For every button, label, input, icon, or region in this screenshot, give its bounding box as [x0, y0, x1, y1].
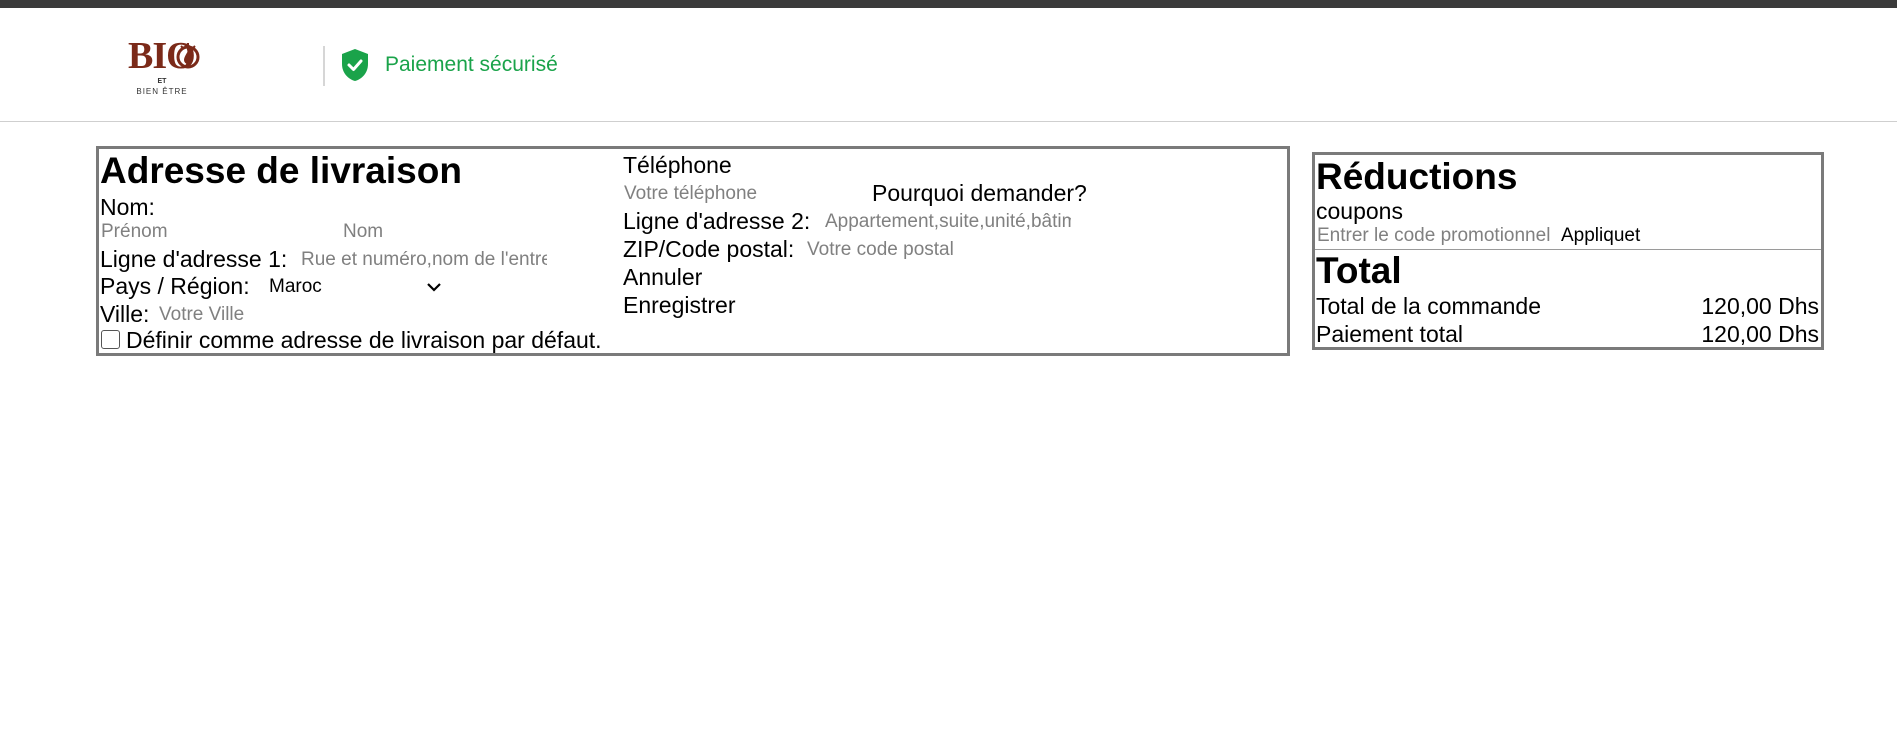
default-address-checkbox[interactable]	[101, 330, 120, 349]
shipping-address-form: Adresse de livraison Nom: Ligne d'adress…	[96, 146, 1290, 356]
address2-label: Ligne d'adresse 2:	[623, 208, 811, 234]
order-total-label: Total de la commande	[1316, 293, 1542, 319]
site-header: BIO ET BIEN ÊTRE Paiement sécurisé	[0, 8, 1897, 122]
payment-total-label: Paiement total	[1316, 321, 1464, 347]
city-input[interactable]	[159, 304, 359, 326]
total-title: Total	[1316, 250, 1402, 291]
promo-code-input[interactable]	[1317, 225, 1560, 247]
shield-check-icon	[342, 49, 368, 81]
address2-input[interactable]	[825, 211, 1071, 233]
country-select[interactable]: Maroc	[263, 273, 446, 300]
default-address-label: Définir comme adresse de livraison par d…	[126, 327, 602, 353]
top-bar	[0, 0, 1897, 8]
brand-logo[interactable]: BIO ET BIEN ÊTRE	[126, 36, 206, 96]
save-button[interactable]: Enregistrer	[623, 292, 735, 319]
address-title: Adresse de livraison	[100, 150, 462, 191]
order-total-value: 120,00 Dhs	[1701, 293, 1819, 319]
city-label: Ville:	[100, 301, 150, 327]
logo-et: ET	[157, 78, 167, 85]
reductions-title: Réductions	[1316, 156, 1518, 197]
order-summary: Réductions coupons Appliquet Total Total…	[1312, 152, 1824, 350]
header-divider	[323, 46, 325, 86]
phone-label: Téléphone	[623, 152, 732, 178]
logo-drop-icon	[176, 43, 200, 69]
name-label: Nom:	[100, 194, 155, 220]
phone-input[interactable]	[624, 183, 844, 205]
logo-subtitle: BIEN ÊTRE	[136, 87, 188, 96]
coupons-label: coupons	[1316, 198, 1403, 224]
apply-coupon-button[interactable]: Appliquet	[1561, 225, 1640, 247]
secure-payment-label: Paiement sécurisé	[385, 53, 558, 76]
country-select-value: Maroc	[269, 275, 322, 297]
zip-input[interactable]	[807, 239, 1027, 261]
country-label: Pays / Région:	[100, 273, 250, 299]
last-name-input[interactable]	[343, 221, 543, 243]
why-ask-link[interactable]: Pourquoi demander?	[872, 180, 1087, 207]
zip-label: ZIP/Code postal:	[623, 236, 795, 262]
chevron-down-icon	[427, 283, 441, 292]
payment-total-value: 120,00 Dhs	[1701, 321, 1819, 347]
address1-input[interactable]	[301, 249, 547, 271]
first-name-input[interactable]	[101, 221, 331, 243]
cancel-button[interactable]: Annuler	[623, 264, 702, 291]
address1-label: Ligne d'adresse 1:	[100, 246, 288, 272]
